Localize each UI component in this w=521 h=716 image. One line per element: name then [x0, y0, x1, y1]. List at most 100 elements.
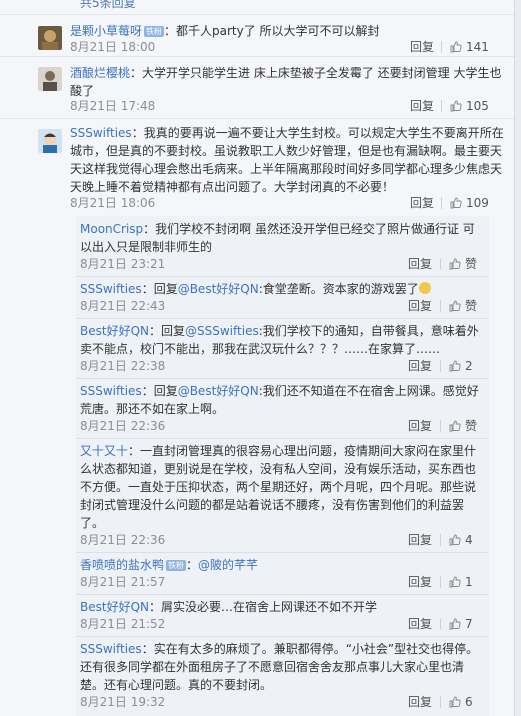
reply-time: 8月21日 22:38	[80, 359, 166, 373]
reply-button[interactable]: 回复	[408, 616, 432, 632]
comment-content: ：我真的要再说一遍不要让大学生封校。可以规定大学生不要离开所在城市，但是真的不要…	[70, 126, 504, 194]
comment-panel: 共5条回复 是颗小草莓呀 铁粉 ：都千人party了 所以大学可不可以解封 8月21…	[0, 0, 515, 716]
reply-prefix: ：	[186, 558, 199, 572]
comment-username[interactable]: SSSwifties	[70, 126, 132, 140]
thumbs-up-icon	[449, 696, 461, 708]
action-divider	[440, 576, 441, 588]
thumbs-up-icon	[449, 360, 461, 372]
action-divider	[440, 420, 441, 432]
mention-link[interactable]: @Best好好QN	[178, 384, 259, 398]
reply-username[interactable]: SSSwifties	[80, 384, 142, 398]
like-button[interactable]: 赞	[449, 418, 477, 434]
like-button[interactable]: 赞	[449, 256, 477, 272]
reply-text: SSSwifties：回复@Best好好QN:我们还不知道在不在宿舍上网课。感觉…	[80, 382, 485, 418]
reply-divider	[76, 594, 489, 595]
like-button[interactable]: 7	[449, 616, 473, 632]
avatar[interactable]	[38, 26, 62, 50]
like-count: 1	[465, 575, 473, 589]
reply-button[interactable]: 回复	[408, 418, 432, 434]
like-button[interactable]: 2	[449, 358, 473, 374]
reply-button[interactable]: 回复	[408, 358, 432, 374]
reply-text: MoonCrisp：我们学校不封闭啊 虽然还没开学但已经交了照片做通行证 可以出…	[80, 220, 485, 256]
reply-count-link[interactable]: 共5条回复	[80, 0, 136, 11]
action-divider	[440, 696, 441, 708]
comment-item: 酒酿烂樱桃：大学开学只能学生进 床上床垫被子全发霉了 还要封闭管理 大学生也酸了…	[0, 57, 514, 119]
comment-username[interactable]: 是颗小草莓呀	[70, 24, 142, 38]
comment-time: 8月21日 18:06	[70, 196, 156, 210]
like-button[interactable]: 105	[450, 98, 489, 114]
avatar[interactable]	[38, 67, 62, 91]
comment-text: 是颗小草莓呀 铁粉 ：都千人party了 所以大学可不可以解封	[70, 22, 500, 40]
thumbs-up-icon	[450, 41, 462, 53]
reply-username[interactable]: MoonCrisp	[80, 222, 143, 236]
thumbs-up-icon	[449, 258, 461, 270]
reply-divider	[76, 438, 489, 439]
reply-button[interactable]: 回复	[408, 298, 432, 314]
thumbs-up-icon	[449, 576, 461, 588]
thumbs-up-icon	[450, 100, 462, 112]
action-divider	[440, 618, 441, 630]
like-button[interactable]: 6	[449, 694, 473, 710]
mention-link[interactable]: @Best好好QN	[178, 282, 259, 296]
comment-time: 8月21日 18:00	[70, 40, 156, 54]
reply-time: 8月21日 19:32	[80, 695, 166, 709]
reply-username[interactable]: SSSwifties	[80, 642, 142, 656]
comment-text: 酒酿烂樱桃：大学开学只能学生进 床上床垫被子全发霉了 还要封闭管理 大学生也酸了	[70, 64, 510, 100]
reply-button[interactable]: 回复	[410, 39, 434, 55]
reply-button[interactable]: 回复	[410, 195, 434, 211]
fan-badge: 铁粉	[166, 560, 187, 571]
mention-link[interactable]: @SSSwifties	[185, 324, 259, 338]
action-divider	[441, 41, 442, 53]
reply-button[interactable]: 回复	[410, 98, 434, 114]
like-button[interactable]: 1	[449, 574, 473, 590]
thumbs-up-icon	[449, 420, 461, 432]
like-count: 2	[465, 359, 473, 373]
mention-link[interactable]: @陂的芊芊	[198, 558, 258, 572]
action-divider	[440, 534, 441, 546]
reply-username[interactable]: Best好好QN	[80, 600, 149, 614]
like-count: 4	[465, 533, 473, 547]
reply-username[interactable]: Best好好QN	[80, 324, 149, 338]
reply-button[interactable]: 回复	[408, 694, 432, 710]
like-button[interactable]: 141	[450, 39, 489, 55]
comment-content: ：都千人party了 所以大学可不可以解封	[164, 24, 380, 38]
reply-prefix: ：回复	[141, 282, 178, 296]
like-button[interactable]: 109	[450, 195, 489, 211]
comment-item: 是颗小草莓呀 铁粉 ：都千人party了 所以大学可不可以解封 8月21日 18:0…	[0, 14, 514, 57]
reply-time: 8月21日 22:43	[80, 299, 166, 313]
reply-content: :食堂垄断。资本家的游戏罢了	[258, 282, 419, 296]
action-divider	[440, 360, 441, 372]
reply-username[interactable]: 又十又十	[80, 444, 128, 458]
comment-username[interactable]: 酒酿烂樱桃	[70, 66, 130, 80]
reply-content: ：屑实没必要…在宿舍上网课还不如不开学	[149, 600, 378, 614]
like-button[interactable]: 4	[449, 532, 473, 548]
like-count: 105	[466, 99, 489, 113]
reply-count-strip[interactable]: 共5条回复	[0, 0, 514, 15]
like-count: 赞	[465, 257, 478, 271]
reply-text: Best好好QN：回复@SSSwifties:我们学校下的通知，自带餐具，意味着…	[80, 322, 485, 358]
fan-badge: 铁粉	[144, 26, 165, 37]
like-count: 赞	[465, 299, 478, 313]
reply-prefix: ：回复	[141, 384, 178, 398]
reply-time: 8月21日 21:57	[80, 575, 166, 589]
reply-username[interactable]: SSSwifties	[80, 282, 142, 296]
reply-text: 香喷喷的盐水鸭 铁粉 ：@陂的芊芊	[80, 556, 485, 574]
reply-text: Best好好QN：屑实没必要…在宿舍上网课还不如不开学	[80, 598, 485, 616]
thumbs-up-icon	[449, 618, 461, 630]
like-count: 109	[466, 196, 489, 210]
reply-text: SSSwifties：回复@Best好好QN:食堂垄断。资本家的游戏罢了	[80, 280, 485, 298]
like-button[interactable]: 赞	[449, 298, 477, 314]
like-count: 141	[466, 40, 489, 54]
reply-username[interactable]: 香喷喷的盐水鸭	[80, 558, 164, 572]
reply-button[interactable]: 回复	[408, 532, 432, 548]
reply-button[interactable]: 回复	[408, 574, 432, 590]
reply-divider	[76, 636, 489, 637]
thumbs-up-icon	[450, 197, 462, 209]
reply-time: 8月21日 21:52	[80, 617, 166, 631]
reply-time: 8月21日 23:21	[80, 257, 166, 271]
thumbs-up-icon	[449, 300, 461, 312]
reply-button[interactable]: 回复	[408, 256, 432, 272]
reply-divider	[76, 378, 489, 379]
action-divider	[440, 300, 441, 312]
avatar[interactable]	[38, 129, 62, 153]
